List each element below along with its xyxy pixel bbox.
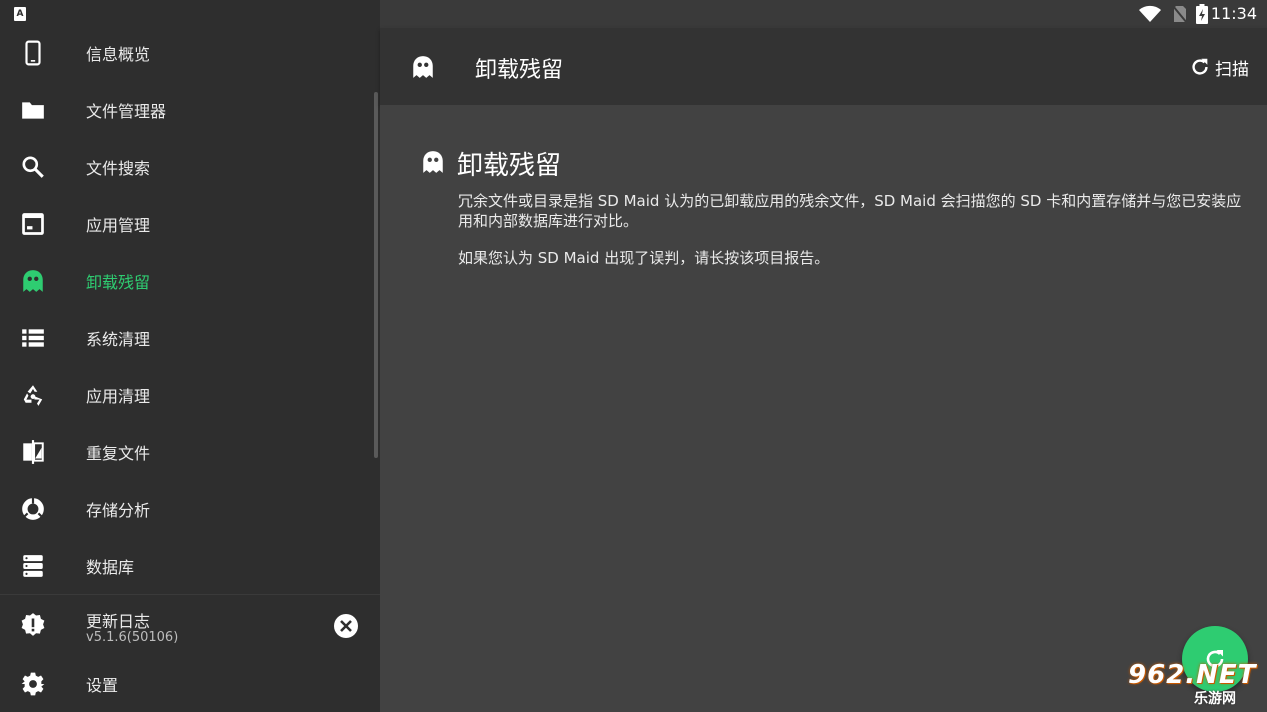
badge-alert-icon (21, 613, 45, 636)
sidebar-item-changelog[interactable]: 更新日志 v5.1.6(50106) (0, 596, 380, 658)
sidebar-item-label: 应用清理 (86, 386, 151, 406)
sidebar-item-label: 数据库 (86, 557, 135, 577)
page-title: 卸载残留 (475, 58, 564, 83)
sidebar-item-file-search[interactable]: 文件搜索 (0, 138, 372, 195)
main-content: 卸载残留 冗余文件或目录是指 SD Maid 认为的已卸载应用的残余文件，SD … (380, 105, 1267, 712)
hint-text: 如果您认为 SD Maid 出现了误判，请长按该项目报告。 (458, 249, 830, 267)
sidebar-item-label: 存储分析 (86, 500, 151, 520)
wifi-icon (1139, 5, 1161, 22)
divider (0, 594, 380, 595)
no-sim-icon (1172, 5, 1188, 24)
navigation-drawer: A 信息概览 文件管理器 文件搜索 应用管理 卸载残留 系统清理 应用清理 重复… (0, 0, 380, 712)
sidebar-item-label: 系统清理 (86, 329, 151, 349)
sidebar-item-system-cleaner[interactable]: 系统清理 (0, 309, 372, 366)
sidebar-item-label: 信息概览 (86, 44, 151, 64)
sidebar-item-label: 应用管理 (86, 215, 151, 235)
scan-label: 扫描 (1215, 59, 1249, 80)
sidebar-scrollbar[interactable] (374, 92, 378, 458)
sidebar-item-file-manager[interactable]: 文件管理器 (0, 81, 372, 138)
description-text: 冗余文件或目录是指 SD Maid 认为的已卸载应用的残余文件，SD Maid … (458, 192, 1242, 230)
app-version: v5.1.6(50106) (86, 630, 179, 645)
notification-a-icon: A (14, 7, 26, 21)
compare-icon (23, 439, 44, 464)
watermark-top: 962.NET (1128, 660, 1257, 690)
scan-button[interactable]: 扫描 (1189, 54, 1249, 80)
close-changelog-button[interactable] (334, 614, 358, 638)
sidebar-item-app-manager[interactable]: 应用管理 (0, 195, 372, 252)
refresh-icon (1192, 58, 1208, 75)
status-time: 11:34 (1210, 4, 1257, 23)
sidebar-item-duplicates[interactable]: 重复文件 (0, 423, 372, 480)
content-heading: 卸载残留 (457, 151, 562, 181)
sidebar-item-label: 重复文件 (86, 443, 151, 463)
watermark-bottom: 乐游网 (1194, 691, 1236, 707)
sidebar-item-label: 文件管理器 (86, 101, 167, 121)
sidebar-item-storage-analyzer[interactable]: 存储分析 (0, 480, 372, 537)
folder-icon (22, 101, 44, 119)
ghost-icon (23, 269, 43, 292)
sidebar-item-app-cleaner[interactable]: 应用清理 (0, 366, 372, 423)
watermark-logo: 962.NET 乐游网 (1128, 660, 1262, 708)
battery-charging-icon (1196, 4, 1208, 24)
gear-icon (21, 672, 45, 695)
ghost-icon (413, 56, 433, 78)
sidebar-item-label: 卸载残留 (86, 272, 151, 292)
toolbar: 卸载残留 扫描 (380, 28, 1267, 105)
pie-icon (22, 496, 44, 520)
search-icon (22, 155, 44, 178)
status-bar: 11:34 (380, 0, 1267, 28)
sidebar-item-overview[interactable]: 信息概览 (0, 24, 372, 81)
sidebar-item-settings[interactable]: 设置 (0, 655, 372, 712)
sidebar-item-label: 文件搜索 (86, 158, 151, 178)
sidebar-item-database[interactable]: 数据库 (0, 537, 372, 594)
list-icon (22, 328, 44, 347)
app-window-icon (22, 212, 44, 235)
sidebar-item-label: 设置 (86, 675, 119, 695)
ghost-icon (423, 151, 443, 173)
close-icon (340, 620, 352, 632)
changelog-label: 更新日志 (86, 612, 151, 631)
database-icon (23, 554, 43, 577)
phone-icon (25, 40, 41, 65)
sidebar-item-corpse-finder[interactable]: 卸载残留 (0, 252, 372, 309)
recycle-icon (23, 384, 43, 406)
